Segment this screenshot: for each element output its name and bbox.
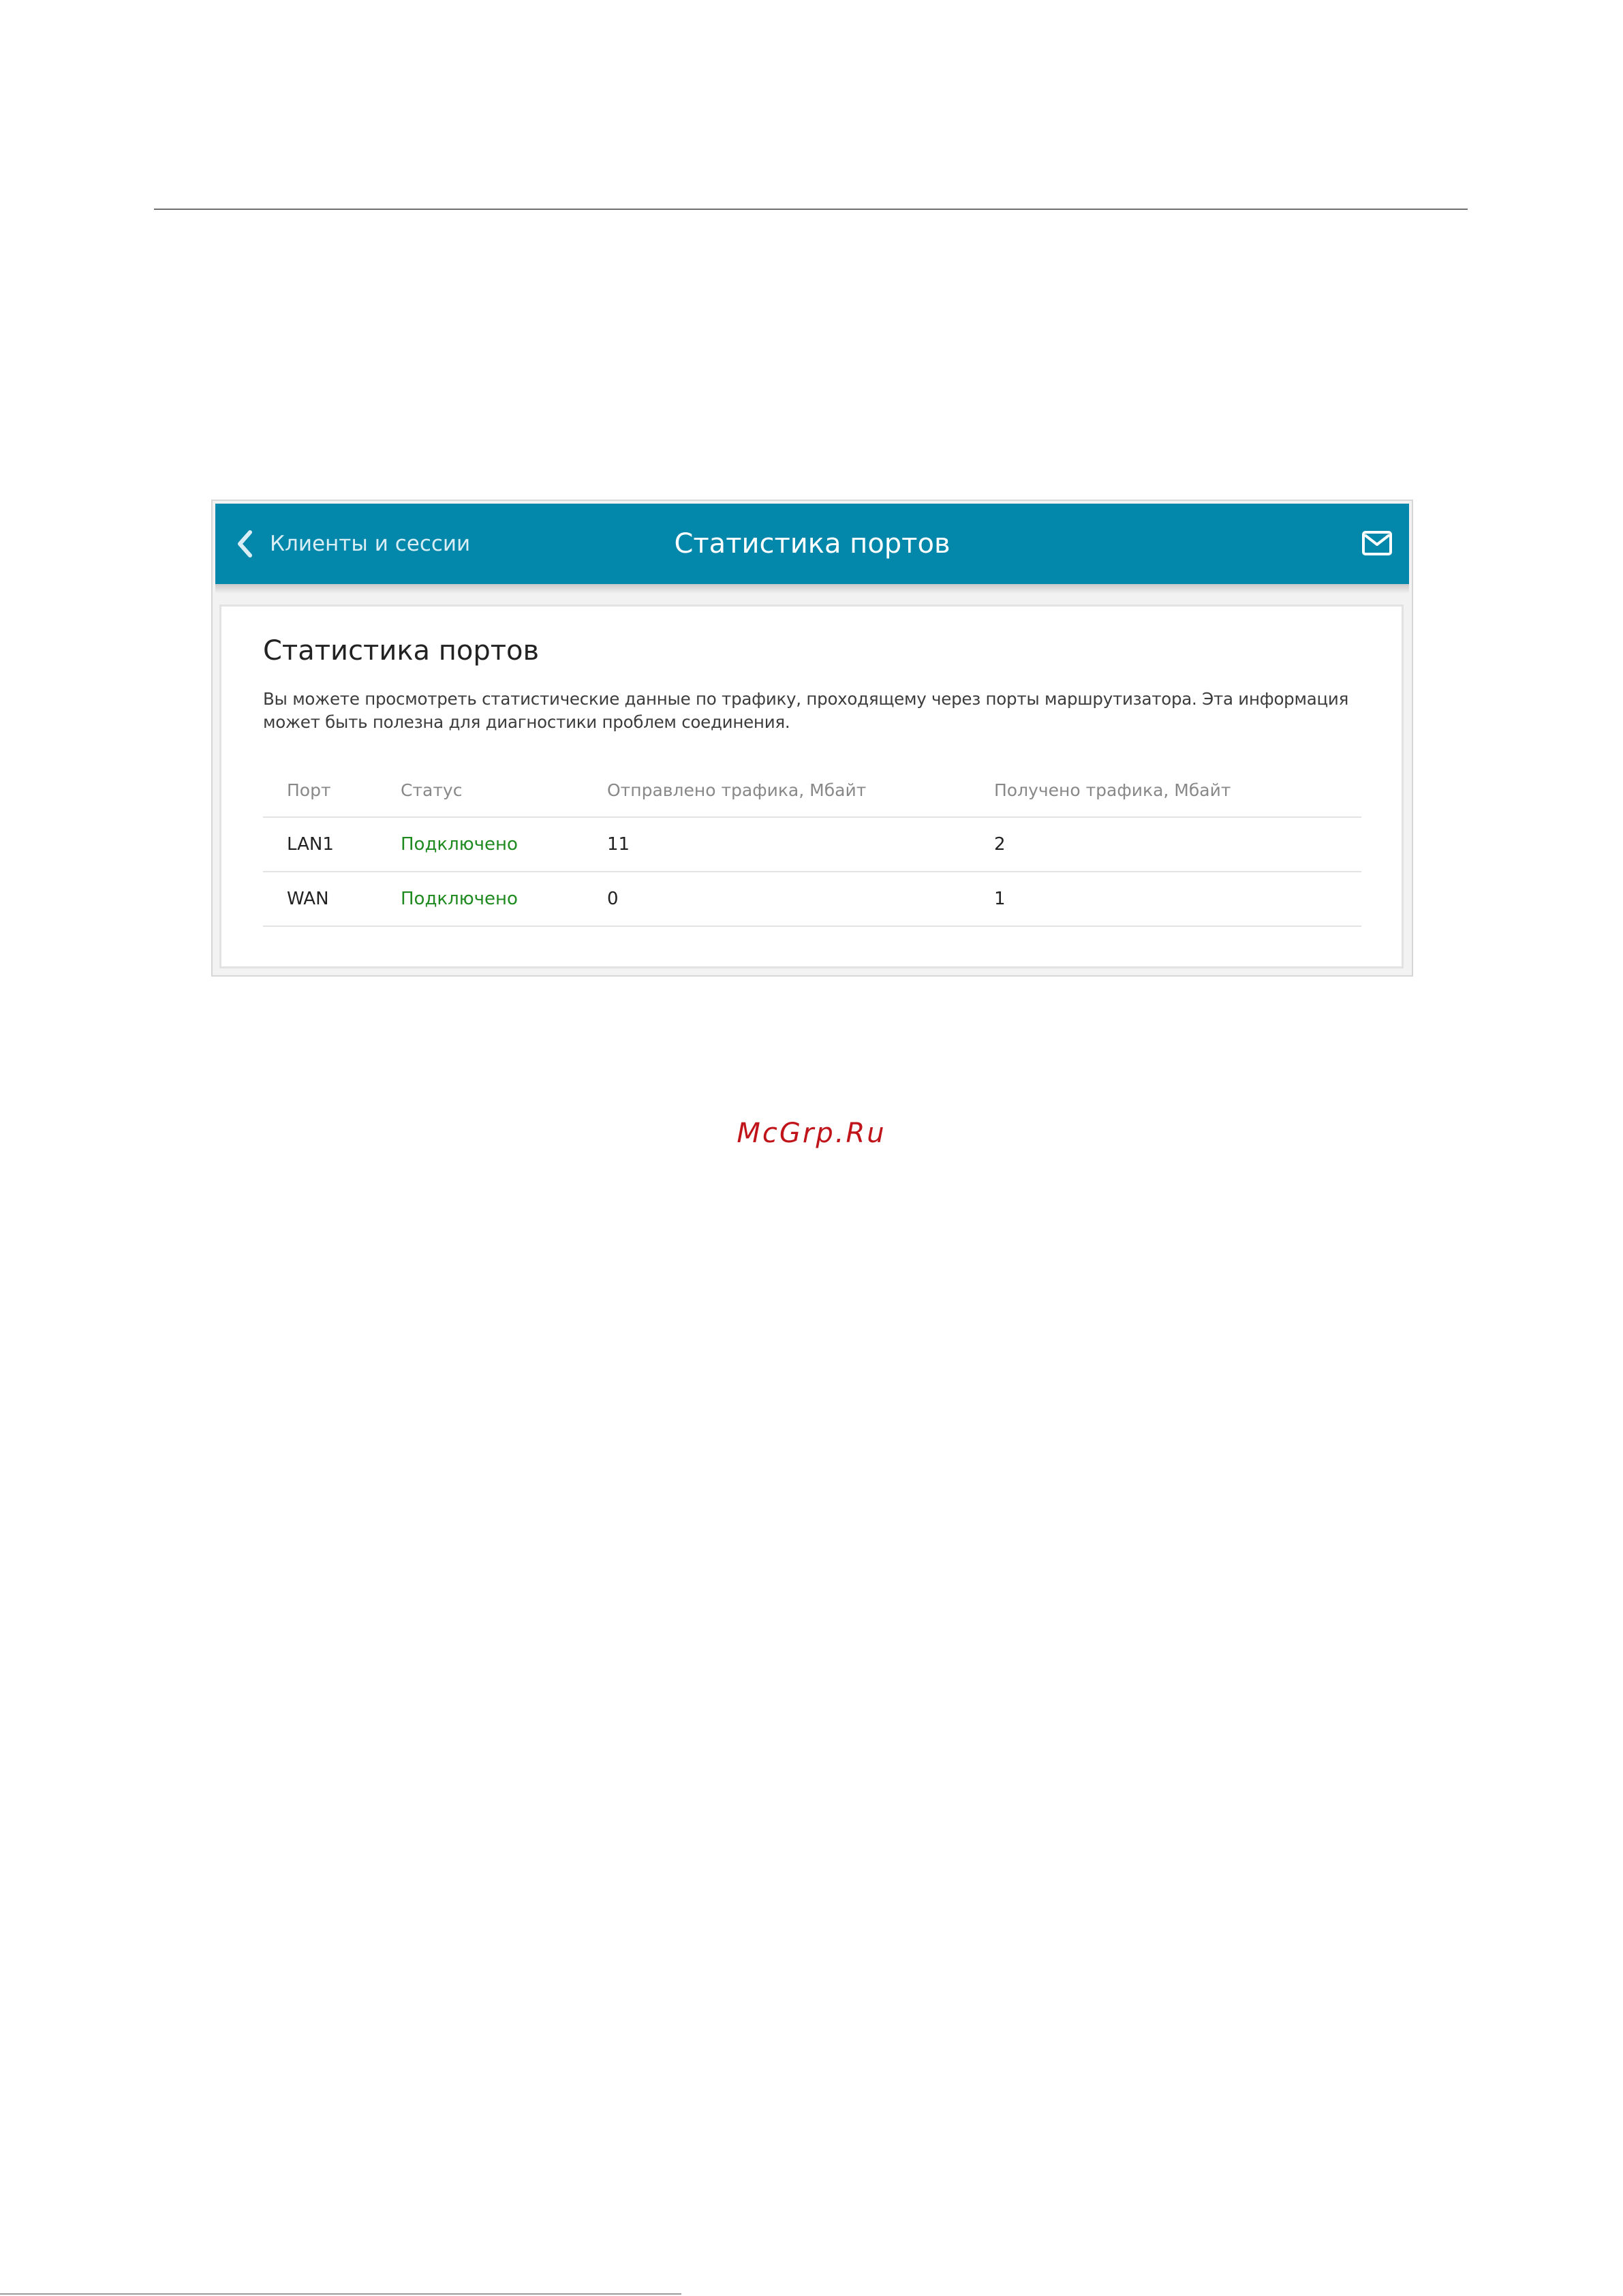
port-stats-card: Статистика портов Вы можете просмотреть …	[219, 604, 1404, 968]
received-traffic: 2	[994, 834, 1006, 855]
app-header: Клиенты и сессии Статистика портов	[215, 504, 1409, 584]
card-description: Вы можете просмотреть статистические дан…	[263, 689, 1349, 732]
port-status: Подключено	[401, 834, 518, 855]
table-row[interactable]: LAN1 Подключено 11 2	[263, 816, 1361, 871]
page-title: Статистика портов	[674, 528, 950, 560]
port-stats-table: Порт Статус Отправлено трафика, Мбайт По…	[263, 763, 1361, 927]
router-ui-screenshot: Клиенты и сессии Статистика портов Стати…	[211, 500, 1413, 977]
port-name: LAN1	[287, 834, 334, 855]
port-status: Подключено	[401, 889, 518, 909]
notifications-button[interactable]	[1361, 530, 1393, 557]
column-header-status: Статус	[401, 780, 463, 800]
sent-traffic: 11	[607, 834, 630, 855]
mail-icon	[1362, 531, 1392, 555]
received-traffic: 1	[994, 889, 1006, 909]
table-header: Порт Статус Отправлено трафика, Мбайт По…	[263, 763, 1361, 816]
watermark: McGrp.Ru	[737, 1118, 886, 1149]
card-title: Статистика портов	[263, 635, 540, 667]
page-bottom-rule	[0, 2293, 681, 2295]
header-shadow	[215, 584, 1409, 594]
port-name: WAN	[287, 889, 329, 909]
column-header-port: Порт	[287, 780, 331, 800]
column-header-sent: Отправлено трафика, Мбайт	[607, 780, 867, 800]
column-header-received: Получено трафика, Мбайт	[994, 780, 1231, 800]
page-top-rule	[154, 209, 1468, 210]
sent-traffic: 0	[607, 889, 619, 909]
table-row[interactable]: WAN Подключено 0 1	[263, 871, 1361, 927]
